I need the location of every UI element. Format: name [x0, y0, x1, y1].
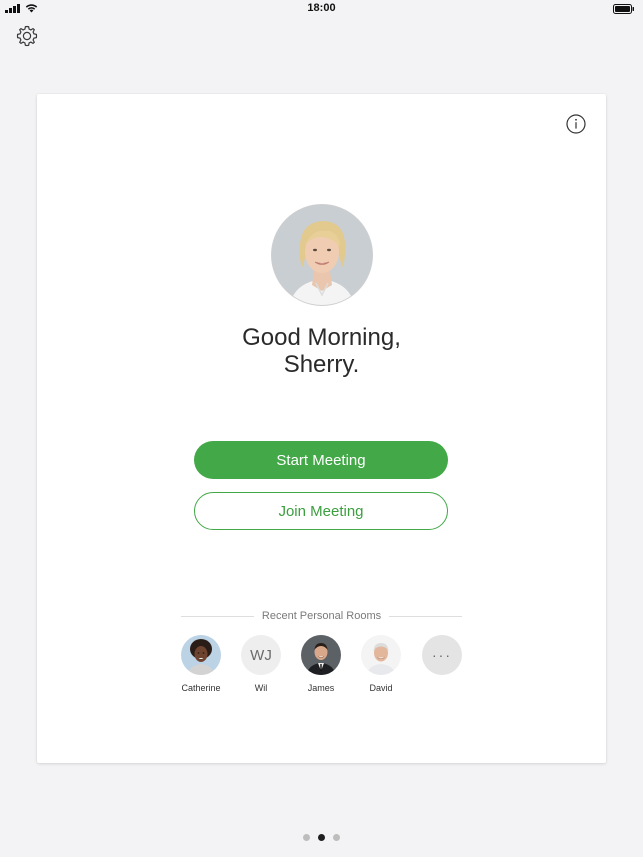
- greeting: Good Morning, Sherry.: [37, 324, 606, 378]
- page-dot-2[interactable]: [318, 834, 325, 841]
- avatar-image: [361, 635, 401, 675]
- info-icon[interactable]: [566, 114, 586, 134]
- avatar-initials: WJ: [241, 635, 281, 675]
- start-meeting-button[interactable]: Start Meeting: [194, 441, 448, 479]
- page-dot-1[interactable]: [303, 834, 310, 841]
- room-name: James: [307, 683, 335, 693]
- home-card: Good Morning, Sherry. Start Meeting Join…: [37, 94, 606, 763]
- avatar: [361, 635, 401, 675]
- greeting-line-1: Good Morning,: [242, 324, 401, 351]
- status-time: 18:00: [307, 2, 336, 14]
- avatar-image: [301, 635, 341, 675]
- more-icon: ···: [422, 635, 462, 675]
- user-avatar: [271, 204, 373, 306]
- room-wil[interactable]: WJ Wil: [231, 635, 291, 693]
- room-james[interactable]: James: [291, 635, 351, 693]
- avatar: [181, 635, 221, 675]
- room-name: David: [369, 683, 393, 693]
- page-dot-3[interactable]: [333, 834, 340, 841]
- page-indicator: [0, 834, 643, 841]
- recent-rooms-label: Recent Personal Rooms: [261, 610, 382, 622]
- more-rooms-button[interactable]: ···: [412, 635, 472, 675]
- avatar-image: [181, 635, 221, 675]
- battery-icon: [613, 4, 634, 14]
- recent-rooms-header: Recent Personal Rooms: [181, 610, 463, 622]
- greeting-line-2: Sherry.: [283, 351, 360, 378]
- room-name: Catherine: [181, 683, 221, 693]
- room-name: Wil: [254, 683, 268, 693]
- room-david[interactable]: David: [351, 635, 411, 693]
- avatar: [301, 635, 341, 675]
- settings-gear-icon[interactable]: [15, 24, 39, 48]
- status-bar: 18:00: [0, 0, 643, 18]
- divider-right: [389, 615, 463, 617]
- join-meeting-button[interactable]: Join Meeting: [194, 492, 448, 530]
- divider-left: [181, 615, 254, 617]
- room-catherine[interactable]: Catherine: [171, 635, 231, 693]
- user-avatar-image: [272, 205, 372, 305]
